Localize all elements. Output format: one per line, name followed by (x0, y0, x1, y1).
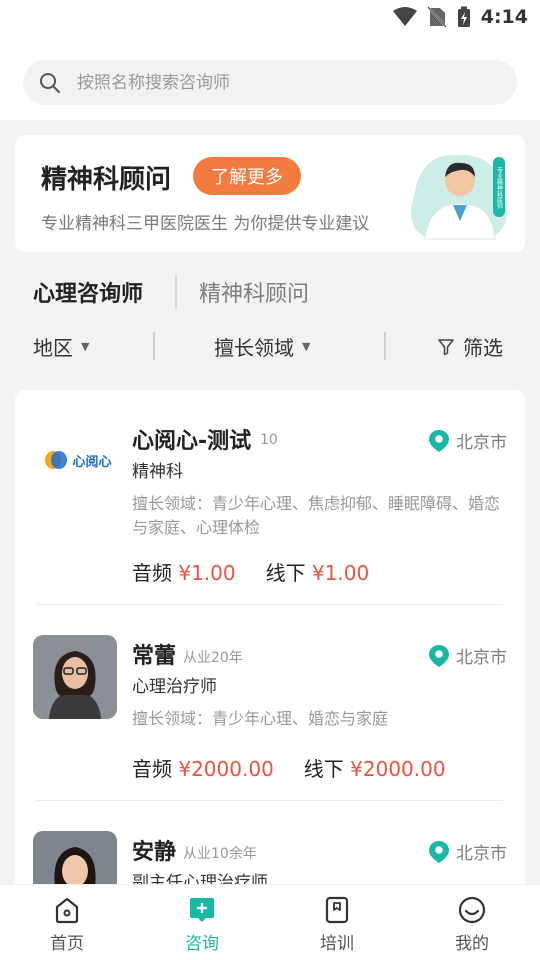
status-icons: 4:14 (392, 6, 528, 28)
offline-label: 线下 (265, 561, 306, 585)
avatar-photo (33, 635, 117, 719)
counselor-name: 常蕾 (132, 644, 177, 669)
nav-consult[interactable]: 咨询 (157, 895, 247, 954)
field-filter[interactable]: 擅长领域 ▼ (214, 332, 310, 361)
doctor-illustration: 专业精神科医师 (410, 154, 508, 240)
learn-more-button[interactable]: 了解更多 (193, 157, 301, 195)
nav-consult-label: 咨询 (185, 934, 219, 954)
nav-profile-label: 我的 (455, 934, 489, 954)
search-input[interactable] (77, 72, 477, 93)
offline-label: 线下 (303, 757, 344, 781)
filter-divider (153, 332, 155, 360)
audio-label: 音频 (132, 561, 172, 585)
tab-divider (175, 276, 177, 308)
location-pin-icon (429, 840, 449, 863)
location: 北京市 (428, 643, 507, 668)
counselor-list: 心阅心 心阅心-测试 10 精神科 北京市 擅长领域：青少年心理、焦虑抑郁、睡眠… (15, 390, 525, 910)
audio-amount: ¥2000.00 (178, 757, 274, 781)
consult-icon (190, 898, 214, 922)
counselor-specialty: 擅长领域：青少年心理、焦虑抑郁、睡眠障碍、婚恋与家庭、心理体检 (132, 494, 501, 537)
tab-counselor[interactable]: 心理咨询师 (33, 276, 143, 308)
location-text: 北京市 (456, 844, 507, 864)
location-pin-icon (429, 429, 449, 452)
wifi-icon (392, 7, 417, 26)
funnel-icon (438, 338, 454, 355)
counselor-card[interactable]: 常蕾 从业20年 心理治疗师 北京市 擅长领域：青少年心理、婚恋与家庭 音频 ¥… (15, 605, 525, 801)
nav-profile[interactable]: 我的 (427, 895, 517, 954)
status-bar: 4:14 (0, 0, 540, 38)
caret-down-icon: ▼ (302, 340, 311, 353)
search-box[interactable] (23, 60, 517, 105)
offline-amount: ¥1.00 (311, 561, 370, 585)
audio-price: 音频 ¥2000.00 (132, 753, 274, 782)
filter-bar: 地区 ▼ 擅长领域 ▼ 筛选 (0, 322, 540, 372)
counselor-title: 心理治疗师 (132, 677, 217, 697)
location: 北京市 (428, 428, 507, 453)
counselor-name: 心阅心-测试 (132, 429, 252, 454)
caret-down-icon: ▼ (81, 340, 90, 353)
logo-text: 心阅心 (72, 454, 112, 470)
audio-price: 音频 ¥1.00 (132, 557, 236, 586)
location-text: 北京市 (456, 648, 507, 668)
nav-home-label: 首页 (50, 934, 84, 954)
banner-subtitle: 专业精神科三甲医院医生 为你提供专业建议 (41, 214, 370, 234)
org-logo: 心阅心 (33, 430, 123, 490)
audio-amount: ¥1.00 (178, 561, 236, 585)
audio-label: 音频 (132, 757, 172, 781)
offline-price: 线下 ¥2000.00 (304, 753, 446, 782)
filter-button-label: 筛选 (463, 336, 503, 360)
banner-title: 精神科顾问 (41, 165, 172, 195)
logo-mark-icon (45, 451, 68, 469)
counselor-card[interactable]: 心阅心 心阅心-测试 10 精神科 北京市 擅长领域：青少年心理、焦虑抑郁、睡眠… (15, 390, 525, 586)
offline-amount: ¥2000.00 (350, 757, 446, 781)
profile-icon (458, 896, 486, 924)
nav-training[interactable]: 培训 (292, 895, 382, 954)
status-time: 4:14 (480, 6, 528, 28)
counselor-years: 从业20年 (183, 650, 243, 666)
nav-training-label: 培训 (320, 934, 354, 954)
counselor-years: 从业10余年 (183, 846, 257, 862)
battery-charging-icon (457, 6, 470, 27)
location-pin-icon (429, 644, 449, 667)
search-area (0, 38, 540, 120)
banner-badge-text: 专业精神科医师 (496, 166, 503, 210)
counselor-name: 安静 (132, 840, 177, 865)
location: 北京市 (428, 839, 507, 864)
filter-divider (384, 332, 386, 360)
field-filter-label: 擅长领域 (214, 336, 294, 360)
counselor-specialty: 擅长领域：青少年心理、婚恋与家庭 (132, 709, 389, 728)
price-row: 音频 ¥1.00 线下 ¥1.00 (132, 557, 369, 586)
training-icon (325, 896, 349, 924)
avatar (33, 635, 117, 719)
home-icon (55, 897, 79, 924)
psychiatry-banner[interactable]: 精神科顾问 了解更多 专业精神科三甲医院医生 为你提供专业建议 专业精神科医师 (15, 135, 525, 252)
counselor-title: 精神科 (132, 462, 183, 482)
search-icon (40, 72, 60, 93)
region-filter-label: 地区 (33, 336, 73, 360)
bottom-nav: 首页 咨询 培训 我的 (0, 884, 540, 960)
offline-price: 线下 ¥1.00 (266, 557, 370, 586)
region-filter[interactable]: 地区 ▼ (33, 332, 89, 361)
counselor-years: 10 (260, 432, 278, 448)
price-row: 音频 ¥2000.00 线下 ¥2000.00 (132, 753, 446, 782)
tab-psychiatry[interactable]: 精神科顾问 (199, 276, 309, 308)
category-tabs: 心理咨询师 精神科顾问 (0, 262, 540, 328)
nav-home[interactable]: 首页 (22, 895, 112, 954)
location-text: 北京市 (456, 433, 507, 453)
filter-button[interactable]: 筛选 (437, 332, 503, 361)
no-sim-icon (426, 6, 447, 28)
